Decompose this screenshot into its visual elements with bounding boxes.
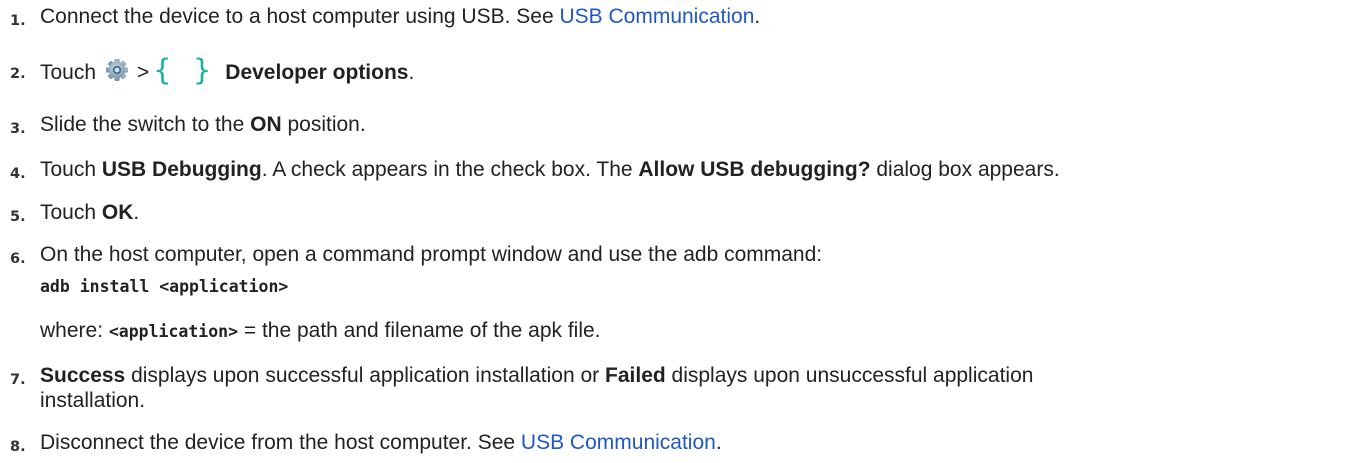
usb-communication-link[interactable]: USB Communication <box>521 431 716 454</box>
step-number: 1. <box>10 13 26 29</box>
step-number: 6. <box>10 251 26 267</box>
step-number: 4. <box>10 166 26 182</box>
step-number: 3. <box>10 121 26 137</box>
step-number: 2. <box>10 66 26 82</box>
step-number: 7. <box>10 372 26 388</box>
usb-communication-link[interactable]: USB Communication <box>559 5 754 28</box>
step-text: Disconnect the device from the host comp… <box>40 431 521 454</box>
gear-icon <box>104 58 130 89</box>
step-number: 5. <box>10 209 26 225</box>
code-line: adb install <application> <box>40 277 289 296</box>
braces-icon: { } <box>153 53 218 87</box>
step-number: 8. <box>10 439 26 455</box>
instruction-steps: 1. Connect the device to a host computer… <box>0 0 1371 463</box>
step-text: Connect the device to a host computer us… <box>40 5 560 28</box>
step-text: On the host computer, open a command pro… <box>40 243 823 266</box>
